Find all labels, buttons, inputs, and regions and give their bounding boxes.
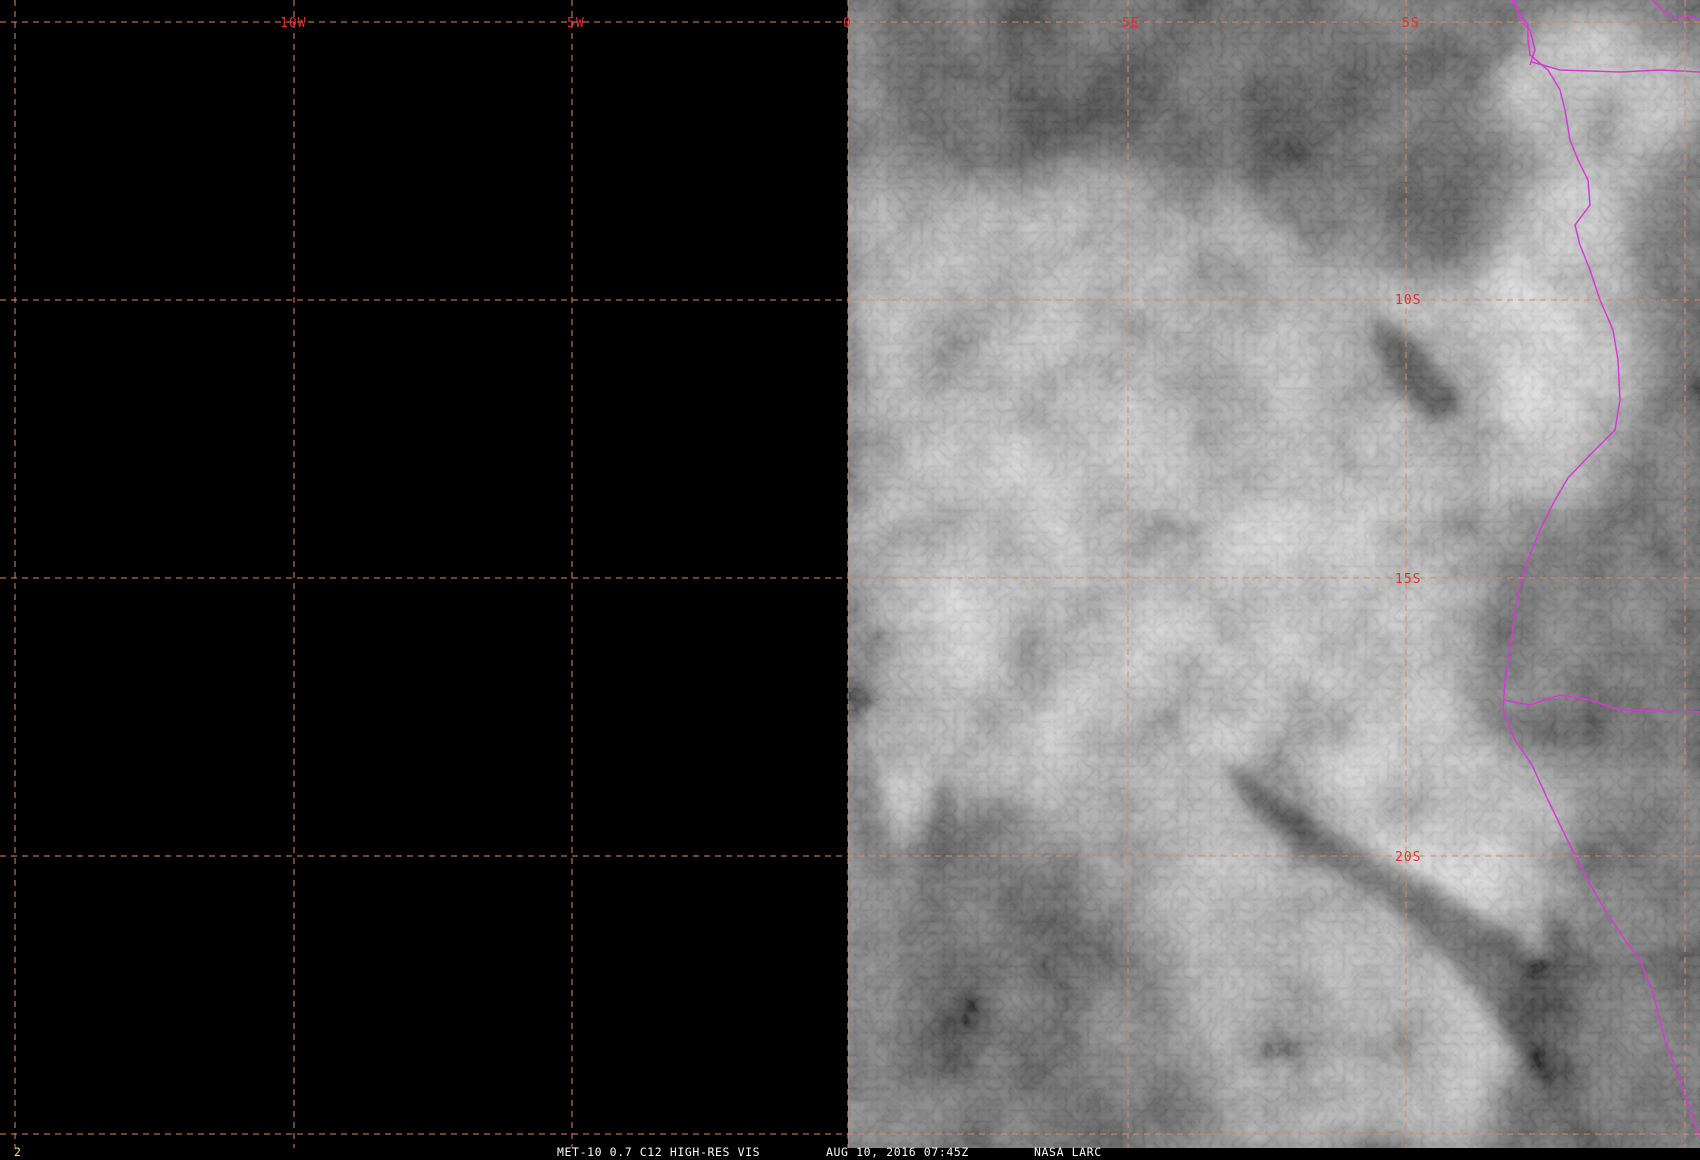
lon-label: 5W bbox=[567, 16, 585, 31]
cell-texture bbox=[848, 0, 1700, 1148]
lon-label: 0 bbox=[843, 16, 852, 31]
caption-agency: NASA LARC bbox=[1034, 1145, 1102, 1159]
satellite-image: 10W 5W 0 5E 5S 10S 15S 20S 2 MET-10 0.7 … bbox=[0, 0, 1700, 1160]
lat-label: 10S bbox=[1395, 293, 1421, 308]
lat-label: 20S bbox=[1395, 850, 1421, 865]
caption-satellite-band: MET-10 0.7 C12 HIGH-RES VIS bbox=[557, 1145, 761, 1159]
frame-number: 2 bbox=[14, 1145, 22, 1159]
lon-label: 10W bbox=[280, 16, 306, 31]
no-data-region bbox=[0, 0, 848, 1148]
lat-label: 15S bbox=[1395, 572, 1421, 587]
satellite-image-canvas: 10W 5W 0 5E 5S 10S 15S 20S bbox=[0, 0, 1700, 1148]
lat-label: 5S bbox=[1402, 16, 1420, 31]
lon-label: 5E bbox=[1122, 16, 1140, 31]
caption-datetime: AUG 10, 2016 07:45Z bbox=[826, 1145, 969, 1159]
imagery-region bbox=[848, 0, 1700, 1148]
